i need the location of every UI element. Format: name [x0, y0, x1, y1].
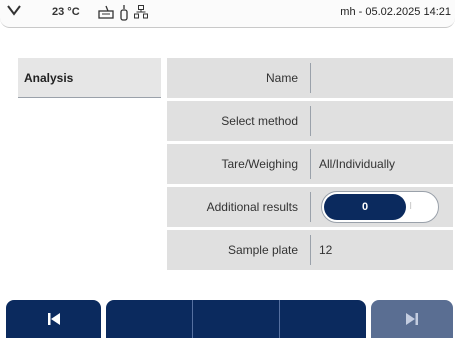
- divider: [310, 149, 311, 179]
- sample-plate-row[interactable]: Sample plate 12: [167, 230, 453, 270]
- divider: [310, 235, 311, 265]
- sample-plate-value[interactable]: 12: [319, 230, 332, 270]
- divider: [310, 63, 311, 93]
- network-icon: [134, 5, 148, 19]
- tare-weighing-row[interactable]: Tare/Weighing All/Individually: [167, 144, 453, 184]
- select-method-row[interactable]: Select method: [167, 101, 453, 141]
- skip-previous-icon: [48, 313, 60, 325]
- additional-results-label: Additional results: [206, 200, 298, 214]
- settings-grid: Name Select method Tare/Weighing All/Ind…: [167, 58, 453, 273]
- tare-weighing-label: Tare/Weighing: [221, 157, 299, 171]
- toggle-off-label: I: [409, 201, 412, 212]
- previous-button[interactable]: [6, 300, 101, 338]
- tare-weighing-value[interactable]: All/Individually: [319, 144, 395, 184]
- sidebar-item-label: Analysis: [24, 71, 74, 85]
- toggle-on-label: 0: [324, 194, 406, 220]
- user-datetime: mh - 05.02.2025 14:21: [340, 6, 451, 18]
- name-label: Name: [265, 71, 298, 85]
- select-method-label: Select method: [221, 114, 298, 128]
- temperature-readout: 23 °C: [52, 6, 80, 18]
- device-icon: [120, 5, 128, 21]
- chevron-down-icon[interactable]: [6, 2, 22, 18]
- divider: [310, 192, 311, 222]
- name-row[interactable]: Name: [167, 58, 453, 98]
- action-bar: [106, 300, 366, 338]
- additional-results-row: Additional results 0 I: [167, 187, 453, 227]
- divider: [310, 106, 311, 136]
- status-bar: 23 °C mh - 05.02.2025 14:21: [0, 0, 455, 28]
- balance-icon: [98, 5, 114, 19]
- sidebar-item-analysis[interactable]: Analysis: [18, 58, 161, 98]
- segment-divider: [279, 300, 280, 338]
- skip-next-icon: [406, 313, 418, 325]
- additional-results-toggle[interactable]: 0 I: [321, 191, 439, 223]
- segment-divider: [192, 300, 193, 338]
- next-button[interactable]: [371, 300, 453, 338]
- sample-plate-label: Sample plate: [227, 243, 298, 257]
